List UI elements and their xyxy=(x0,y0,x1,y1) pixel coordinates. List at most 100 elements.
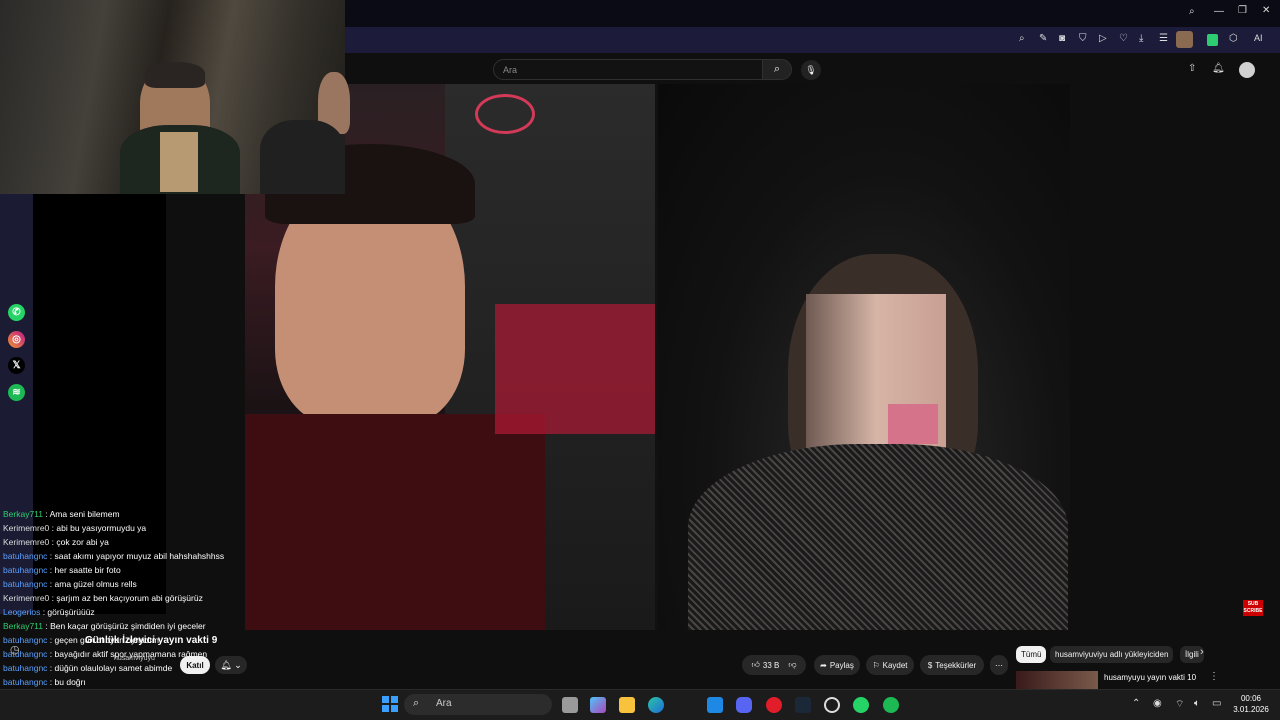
spotify-icon[interactable]: ≋ xyxy=(8,384,25,401)
extension-icon[interactable] xyxy=(1207,34,1218,46)
ai-button[interactable]: AI xyxy=(1254,33,1263,43)
thanks-button[interactable]: $ Teşekkürler xyxy=(920,655,984,675)
subscription-bell-button[interactable]: 🔔︎ ⌄ xyxy=(215,656,247,674)
clock-time: 00:06 xyxy=(1240,694,1262,703)
whatsapp-taskbar-icon[interactable] xyxy=(853,697,869,713)
upload-icon[interactable]: ⇧ xyxy=(1188,63,1196,74)
like-button[interactable]: 👍︎ 33 B 👎︎ xyxy=(742,655,806,675)
tray-app-icon[interactable]: ◉ xyxy=(1153,698,1162,709)
chat-message: batuhangnc : bu doğrı xyxy=(3,677,86,687)
chat-username[interactable]: Berkay711 xyxy=(3,621,43,631)
spotify-taskbar-icon[interactable] xyxy=(883,697,899,713)
search-icon: ⌕ xyxy=(773,63,781,75)
chat-username[interactable]: Berkay711 xyxy=(3,509,43,519)
bookmark-icon: ⚐ xyxy=(872,660,880,670)
opera-icon[interactable] xyxy=(766,697,782,713)
join-button[interactable]: Katıl xyxy=(180,656,210,674)
notifications-icon[interactable]: 🔔︎ xyxy=(1212,63,1225,74)
recommended-video[interactable]: husamyuyu yayın vakti 10 ⋮ xyxy=(1016,671,1276,691)
instagram-icon[interactable]: ◎ xyxy=(8,331,25,348)
restore-icon[interactable]: ❐ xyxy=(1238,5,1247,16)
chat-text: : abi bu yasıyormuydu ya xyxy=(49,523,147,533)
chair-accent xyxy=(495,304,655,434)
search-icon[interactable]: ⌕ xyxy=(1189,6,1195,17)
chat-message: Berkay711 : Ama seni bilemem xyxy=(3,509,120,519)
save-button[interactable]: ⚐ Kaydet xyxy=(866,655,914,675)
voice-search-button[interactable]: 🎙︎ xyxy=(801,60,821,80)
webcam-overlay xyxy=(0,0,350,194)
edit-icon[interactable]: ✎ xyxy=(1039,33,1047,44)
x-icon[interactable]: 𝕏 xyxy=(8,357,25,374)
chat-username[interactable]: batuhangnc xyxy=(3,565,47,575)
copilot-icon[interactable] xyxy=(590,697,606,713)
more-vert-icon[interactable]: ⋮ xyxy=(1209,671,1219,682)
chat-message: Kerimemre0 : şarjım az ben kaçıyorum abi… xyxy=(3,593,203,603)
chat-message: batuhangnc : saat akımı yapıyor muyuz ab… xyxy=(3,551,224,561)
chair-logo xyxy=(475,94,535,134)
chat-message: batuhangnc : düğün olaulolayı samet abim… xyxy=(3,663,172,673)
more-button[interactable]: ⋯ xyxy=(990,655,1008,675)
channel-name[interactable]: husamviyuyu xyxy=(114,655,155,662)
file-explorer-icon[interactable] xyxy=(619,697,635,713)
task-view-icon[interactable] xyxy=(562,697,578,713)
related-tabs: Tümü husamviyuviyu adlı yükleyiciden İlg… xyxy=(1016,646,1216,664)
save-label: Kaydet xyxy=(882,660,908,670)
shield-icon[interactable]: ⛉ xyxy=(1079,33,1087,44)
minimize-icon[interactable]: — xyxy=(1214,6,1224,17)
profile-avatar[interactable] xyxy=(1176,31,1193,48)
recommended-title[interactable]: husamyuyu yayın vakti 10 xyxy=(1104,673,1196,682)
webcam-person-hair xyxy=(145,62,205,88)
camera-icon[interactable]: ◙ xyxy=(1059,33,1065,44)
chat-username[interactable]: batuhangnc xyxy=(3,551,47,561)
windows-taskbar xyxy=(0,689,1280,720)
windows-start-icon[interactable] xyxy=(382,696,398,712)
taskbar-search-input[interactable]: Ara xyxy=(404,694,552,715)
webcam-second-body xyxy=(260,120,345,194)
whatsapp-icon[interactable]: ✆ xyxy=(8,304,25,321)
play-icon[interactable]: ▷ xyxy=(1099,33,1107,44)
subscribe-badge[interactable]: SUB SCRIBE xyxy=(1243,600,1263,616)
search-input[interactable]: Ara xyxy=(493,59,763,80)
steam-icon[interactable] xyxy=(795,697,811,713)
zoom-icon[interactable]: ⌕ xyxy=(1019,33,1025,44)
chat-username[interactable]: Leogerios xyxy=(3,607,40,617)
chat-text: : görüşürüüüz xyxy=(40,607,95,617)
guest-lace-top xyxy=(688,444,1068,630)
battery-icon[interactable]: ▭ xyxy=(1212,698,1221,709)
cube-icon[interactable]: ⬡ xyxy=(1229,33,1238,44)
chat-username[interactable]: batuhangnc xyxy=(3,677,47,687)
close-icon[interactable]: ✕ xyxy=(1262,5,1270,16)
share-label: Paylaş xyxy=(829,660,854,670)
chat-username[interactable]: batuhangnc xyxy=(3,579,47,589)
chat-username[interactable]: batuhangnc xyxy=(3,663,47,673)
chat-message: batuhangnc : ama güzel olmus rells xyxy=(3,579,137,589)
chat-text: : çok zor abi ya xyxy=(49,537,109,547)
tray-chevron-icon[interactable]: ⌃ xyxy=(1132,698,1140,709)
thanks-icon: $ xyxy=(927,660,933,670)
share-button[interactable]: ➦ Paylaş xyxy=(814,655,860,675)
edge-icon[interactable] xyxy=(648,697,664,713)
chat-username[interactable]: Kerimemre0 xyxy=(3,537,49,547)
tab-uploader[interactable]: husamviyuviyu adlı yükleyiciden xyxy=(1050,646,1174,663)
stream-chat: Berkay711 : Ama seni bilemem Kerimemre0 :… xyxy=(0,495,235,720)
discord-icon[interactable] xyxy=(736,697,752,713)
menu-icon[interactable]: ☰ xyxy=(1159,33,1168,44)
chat-text: : saat akımı yapıyor muyuz abil hahshahs… xyxy=(47,551,225,561)
chat-username[interactable]: Kerimemre0 xyxy=(3,593,49,603)
chevron-right-icon[interactable]: › xyxy=(1200,646,1204,658)
heart-icon[interactable]: ♡ xyxy=(1119,33,1128,44)
like-count: 33 B xyxy=(762,660,780,670)
search-button[interactable]: ⌕ xyxy=(762,59,792,80)
more-icon: ⋯ xyxy=(995,660,1003,670)
taskbar-clock[interactable]: 00:06 3.01.2026 xyxy=(1228,693,1274,717)
chat-username[interactable]: Kerimemre0 xyxy=(3,523,49,533)
volume-icon[interactable]: 🔈︎ xyxy=(1194,698,1200,709)
clock-icon: ◷ xyxy=(10,644,20,656)
recommended-thumbnail[interactable] xyxy=(1016,671,1098,689)
store-icon[interactable] xyxy=(707,697,723,713)
tab-all[interactable]: Tümü xyxy=(1016,646,1047,663)
download-icon[interactable]: ⤓ xyxy=(1139,33,1143,44)
wifi-icon[interactable]: ⌔ xyxy=(1175,698,1184,711)
github-icon[interactable] xyxy=(824,697,840,713)
account-avatar[interactable] xyxy=(1239,62,1255,78)
